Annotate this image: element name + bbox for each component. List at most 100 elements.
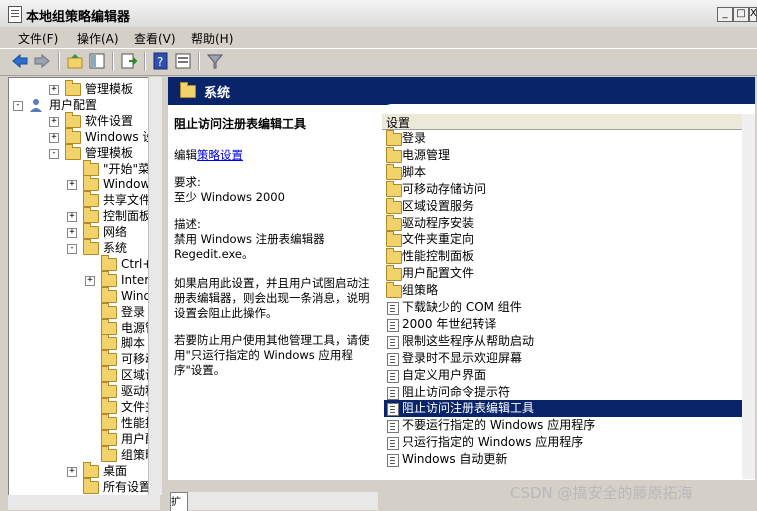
settings-item-label: 登录 — [402, 131, 427, 145]
tree-item[interactable]: 区域设 — [9, 366, 157, 383]
menu-action[interactable]: 操作(A) — [77, 30, 119, 47]
tree-item[interactable]: + Intern — [9, 270, 157, 288]
tree-item[interactable]: + 软件设置 — [9, 111, 157, 129]
tree-item[interactable]: 文件夹 — [9, 398, 157, 415]
tree-item[interactable]: 脚本 — [9, 334, 157, 351]
tree-item[interactable]: +Windows 组 — [9, 175, 157, 192]
minimize-button[interactable]: _ — [717, 7, 733, 22]
policy-setting-item[interactable]: 2000 年世纪转译 — [384, 316, 750, 333]
expand-icon[interactable]: + — [67, 180, 77, 191]
tree-item[interactable]: 驱动程 — [9, 382, 157, 399]
tree-item[interactable]: 电源管 — [9, 318, 157, 336]
tree-item[interactable]: + 桌面 — [9, 461, 157, 479]
collapse-icon[interactable]: - — [49, 148, 59, 159]
tree-item[interactable]: "开始"菜 — [9, 159, 157, 177]
settings-column-header[interactable]: 设置 — [382, 114, 755, 130]
maximize-button[interactable]: □ — [733, 7, 749, 22]
settings-folder-item[interactable]: 组策略 — [384, 282, 750, 299]
close-button[interactable]: X — [749, 7, 757, 22]
tree-item[interactable]: 性能控 — [9, 413, 157, 431]
tree-item[interactable]: 可移动 — [9, 350, 157, 367]
forward-arrow-icon[interactable] — [33, 52, 51, 70]
folder-icon — [65, 127, 81, 144]
help-icon[interactable]: ? — [152, 52, 170, 70]
standard-tab[interactable] — [188, 492, 378, 510]
tree-horizontal-scrollbar[interactable] — [8, 495, 160, 510]
folder-icon — [386, 180, 402, 197]
settings-item-label: 区域设置服务 — [402, 198, 475, 213]
expand-icon[interactable]: + — [49, 116, 59, 127]
toolbar-separator — [112, 52, 114, 71]
tree-item[interactable]: 用户配 — [9, 429, 157, 447]
tree-item[interactable]: Window — [9, 286, 157, 304]
tree-item[interactable]: + 控制面板 — [9, 207, 157, 224]
menu-bar: 文件(F) 操作(A) 查看(V) 帮助(H) — [0, 27, 757, 47]
show-hide-tree-icon[interactable] — [88, 52, 106, 70]
folder-icon — [65, 80, 81, 96]
settings-folder-item[interactable]: 电源管理 — [384, 146, 750, 164]
tree-vertical-scrollbar[interactable] — [148, 77, 162, 495]
policy-setting-item[interactable]: 登录时不显示欢迎屏幕 — [384, 350, 750, 367]
tree-item-label: 桌面 — [103, 463, 128, 478]
tree-item[interactable]: Ctrl+A — [9, 254, 157, 272]
settings-folder-item[interactable]: 登录 — [384, 130, 750, 147]
settings-column-label: 设置 — [386, 116, 411, 130]
settings-folder-item[interactable]: 可移动存储访问 — [384, 180, 750, 198]
tree-item[interactable]: - 系统 — [9, 239, 157, 256]
policy-setting-item[interactable]: 下载缺少的 COM 组件 — [384, 299, 750, 316]
tree-item[interactable]: 登录 — [9, 302, 157, 320]
tree-item-label: 软件设置 — [85, 113, 134, 128]
settings-item-label: 电源管理 — [402, 147, 451, 162]
extended-tab[interactable]: 扩 — [170, 492, 188, 511]
expand-icon[interactable]: + — [49, 132, 59, 143]
policy-setting-item[interactable]: 自定义用户界面 — [384, 367, 750, 384]
filter-icon[interactable] — [206, 52, 224, 70]
policy-setting-item[interactable]: 不要运行指定的 Windows 应用程序 — [384, 417, 750, 434]
expand-icon[interactable]: + — [85, 275, 95, 286]
export-list-icon[interactable] — [120, 52, 138, 70]
settings-item-label: 不要运行指定的 Windows 应用程序 — [402, 418, 596, 433]
tree-item-label: 系统 — [103, 241, 128, 255]
settings-folder-item[interactable]: 性能控制面板 — [384, 248, 750, 265]
tree-item[interactable]: 共享文件夹 — [9, 191, 157, 208]
settings-folder-item[interactable]: 用户配置文件 — [384, 265, 750, 282]
settings-vertical-scrollbar[interactable] — [742, 114, 755, 479]
edit-policy-link[interactable]: 策略设置 — [197, 148, 243, 162]
folder-icon — [101, 398, 117, 414]
tree-item[interactable]: 所有设置 — [9, 477, 157, 495]
collapse-icon[interactable]: - — [13, 100, 23, 111]
description-label: 描述: — [174, 217, 201, 231]
policy-setting-item[interactable]: Windows 自动更新 — [384, 451, 750, 468]
expand-icon[interactable]: + — [49, 85, 59, 95]
collapse-icon[interactable]: - — [67, 244, 77, 254]
back-arrow-icon[interactable] — [11, 52, 29, 70]
folder-icon — [65, 143, 81, 160]
tree-item[interactable]: - 管理模板 — [9, 143, 157, 161]
settings-folder-item[interactable]: 文件夹重定向 — [384, 231, 750, 248]
up-folder-icon[interactable] — [66, 52, 84, 70]
tree-item[interactable]: +Windows 设置 — [9, 127, 157, 145]
settings-folder-item[interactable]: 驱动程序安装 — [384, 214, 750, 232]
expand-icon[interactable]: + — [67, 212, 77, 223]
settings-folder-item[interactable]: 区域设置服务 — [384, 197, 750, 215]
expand-icon[interactable]: + — [67, 228, 77, 239]
menu-view[interactable]: 查看(V) — [134, 30, 176, 47]
tree-item[interactable]: - 用户配置 — [9, 97, 157, 113]
policy-setting-item[interactable]: 阻止访问注册表编辑工具 — [384, 400, 750, 418]
expand-icon[interactable]: + — [67, 466, 77, 477]
menu-file[interactable]: 文件(F) — [18, 30, 58, 47]
tree-item[interactable]: + 网络 — [9, 223, 157, 240]
folder-icon — [101, 382, 117, 399]
folder-icon — [386, 130, 402, 146]
settings-item-label: 组策略 — [402, 283, 439, 298]
tree-item[interactable]: + 管理模板 — [9, 80, 157, 97]
menu-help[interactable]: 帮助(H) — [191, 30, 233, 47]
policy-setting-item[interactable]: 阻止访问命令提示符 — [384, 384, 750, 401]
properties-icon[interactable] — [174, 52, 192, 70]
tree-item[interactable]: 组策略 — [9, 445, 157, 463]
policy-setting-item[interactable]: 限制这些程序从帮助启动 — [384, 333, 750, 350]
policy-setting-item[interactable]: 只运行指定的 Windows 应用程序 — [384, 434, 750, 451]
settings-folder-item[interactable]: 脚本 — [384, 163, 750, 181]
toolbar: ? — [0, 48, 757, 76]
tree-item-label: "开始"菜 — [103, 161, 151, 176]
